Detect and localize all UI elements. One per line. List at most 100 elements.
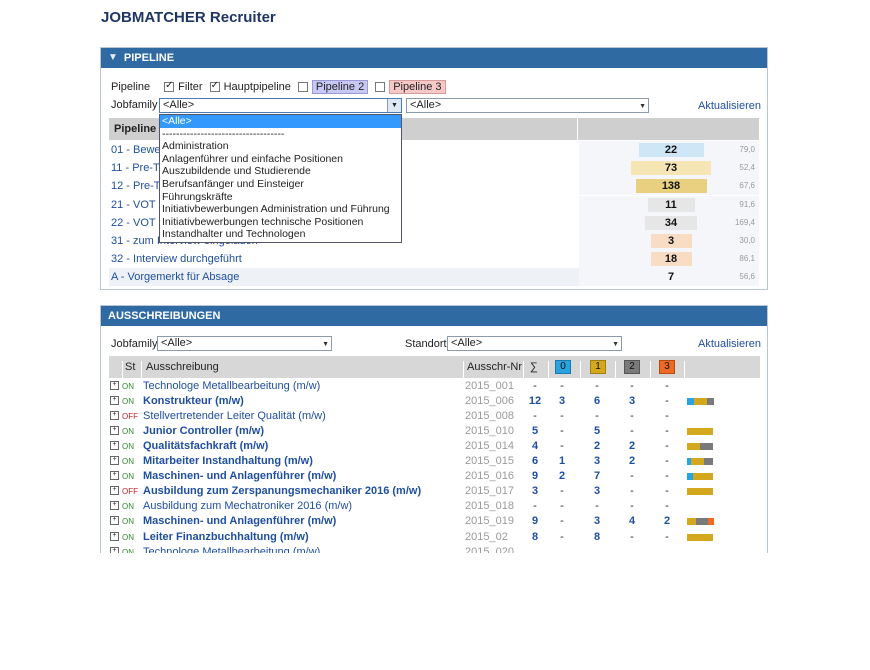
ad-count-c2[interactable]: 3	[619, 395, 645, 407]
status-badge[interactable]: ON	[122, 517, 134, 526]
status-badge[interactable]: ON	[122, 382, 134, 391]
filter-checkbox[interactable]	[164, 80, 175, 92]
ad-title-link[interactable]: Mitarbeiter Instandhaltung (m/w)	[143, 455, 313, 467]
ads-table-row[interactable]: + ON Technologe Metallbearbeitung (m/w) 201…	[109, 379, 760, 394]
collapse-icon[interactable]: ▼	[108, 48, 118, 68]
ad-title-link[interactable]: Technologe Metallbearbeitung (m/w)	[143, 546, 320, 553]
ad-count-c2[interactable]: 2	[619, 440, 645, 452]
ads-table-row[interactable]: + ON Maschinen- und Anlagenführer (m/w) 201…	[109, 514, 760, 529]
ad-count-c1[interactable]: 7	[584, 470, 610, 482]
ad-count-sum[interactable]: 8	[522, 531, 548, 543]
dropdown-option[interactable]: Anlagenführer und einfache Positionen	[160, 153, 401, 166]
expand-icon[interactable]: +	[110, 381, 119, 390]
ad-title-link[interactable]: Leiter Finanzbuchhaltung (m/w)	[143, 531, 309, 543]
expand-icon[interactable]: +	[110, 546, 119, 553]
ad-count-sum[interactable]: 5	[522, 425, 548, 437]
chevron-down-icon[interactable]: ▼	[322, 338, 329, 351]
dropdown-option[interactable]: <Alle>	[160, 115, 401, 128]
ad-count-sum[interactable]: 12	[522, 395, 548, 407]
status-badge[interactable]: ON	[122, 457, 134, 466]
col-sum[interactable]: ∑	[530, 361, 538, 373]
ad-count-c1[interactable]: 2	[584, 440, 610, 452]
pipeline-count-bar[interactable]: 7	[656, 270, 686, 285]
standort-select[interactable]: <Alle> ▼	[447, 336, 622, 351]
second-select[interactable]: <Alle> ▼	[406, 98, 649, 113]
expand-icon[interactable]: +	[110, 531, 119, 541]
pipeline-row-name[interactable]: 32 - Interview durchgeführt	[111, 253, 242, 265]
ad-count-c1[interactable]: 6	[584, 395, 610, 407]
col-stage-2[interactable]: 2	[624, 360, 640, 374]
ad-title-link[interactable]: Stellvertretender Leiter Qualität (m/w)	[143, 410, 326, 422]
expand-icon[interactable]: +	[110, 501, 119, 511]
ad-count-sum[interactable]: 4	[522, 440, 548, 452]
status-badge[interactable]: ON	[122, 397, 134, 406]
status-badge[interactable]: ON	[122, 548, 134, 553]
ads-table-row[interactable]: + ON Konstrukteur (m/w) 2015_006 12 3 6 3-	[109, 394, 760, 409]
ad-count-c0[interactable]: 1	[549, 455, 575, 467]
ads-table-row[interactable]: + ON Junior Controller (m/w) 2015_010 5-5- -	[109, 424, 760, 439]
pipeline-refresh-link[interactable]: Aktualisieren	[698, 100, 761, 112]
expand-icon[interactable]: +	[110, 396, 119, 406]
ads-refresh-link[interactable]: Aktualisieren	[698, 338, 761, 350]
ads-table-row[interactable]: + ON Maschinen- und Anlagenführer (m/w) 201…	[109, 469, 760, 484]
ads-table-row[interactable]: + OFF Ausbildung zum Zerspanungsmechaniker…	[109, 484, 760, 499]
pipeline-row-name[interactable]: 01 - Bewe	[111, 144, 161, 156]
pipeline-row-name[interactable]: 12 - Pre-Te	[111, 180, 165, 192]
chevron-down-icon[interactable]: ▼	[612, 338, 619, 351]
col-ausschreibung[interactable]: Ausschreibung	[146, 361, 219, 373]
col-stage-0[interactable]: 0	[555, 360, 571, 374]
dropdown-option[interactable]: Auszubildende und Studierende	[160, 165, 401, 178]
pipeline-panel-header[interactable]: ▼ PIPELINE	[101, 48, 767, 68]
expand-icon[interactable]: +	[110, 426, 119, 436]
ad-count-c1[interactable]: 3	[584, 455, 610, 467]
ad-count-c2[interactable]: 4	[619, 515, 645, 527]
pipeline-row-name[interactable]: 11 - Pre-Te	[111, 162, 165, 174]
pipeline-row[interactable]: 32 - Interview durchgeführt 18 86,1	[109, 250, 759, 269]
ad-count-sum[interactable]: 3	[522, 485, 548, 497]
col-stage-3[interactable]: 3	[659, 360, 675, 374]
ad-count-c1[interactable]: 5	[584, 425, 610, 437]
pipeline-2-checkbox[interactable]	[297, 82, 308, 92]
pipeline-count-bar[interactable]: 11	[647, 197, 695, 212]
ads-table-row[interactable]: + OFF Stellvertretender Leiter Qualität (m…	[109, 409, 760, 424]
status-badge[interactable]: OFF	[122, 412, 138, 421]
pipeline-row[interactable]: A - Vorgemerkt für Absage 7 56,6	[109, 268, 759, 287]
chevron-down-icon[interactable]: ▼	[639, 100, 646, 113]
ad-title-link[interactable]: Konstrukteur (m/w)	[143, 395, 244, 407]
status-badge[interactable]: ON	[122, 427, 134, 436]
col-status[interactable]: St	[125, 361, 135, 373]
ad-count-sum[interactable]: 9	[522, 470, 548, 482]
status-badge[interactable]: ON	[122, 442, 134, 451]
hauptpipeline-checkbox[interactable]	[209, 80, 220, 92]
chevron-down-icon[interactable]: ▼	[387, 99, 401, 112]
ad-title-link[interactable]: Ausbildung zum Mechatroniker 2016 (m/w)	[143, 500, 352, 512]
dropdown-option[interactable]: Führungskräfte	[160, 191, 401, 204]
pipeline-row-name[interactable]: 22 - VOT d	[111, 217, 165, 229]
ad-count-c0[interactable]: 3	[549, 395, 575, 407]
pipeline-count-bar[interactable]: 22	[638, 143, 704, 157]
pipeline-count-bar[interactable]: 18	[650, 252, 692, 267]
pipeline-count-bar[interactable]: 3	[650, 234, 692, 248]
status-badge[interactable]: ON	[122, 502, 134, 511]
ad-count-sum[interactable]: 6	[522, 455, 548, 467]
status-badge[interactable]: OFF	[122, 487, 138, 496]
col-ausschr-nr[interactable]: Ausschr-Nr	[467, 361, 522, 373]
ads-table-row[interactable]: + ON Mitarbeiter Instandhaltung (m/w) 2015_…	[109, 454, 760, 469]
dropdown-option[interactable]: Instandhalter und Technologen	[160, 228, 401, 241]
ads-table-row[interactable]: + ON Ausbildung zum Mechatroniker 2016 (m/…	[109, 499, 760, 514]
dropdown-option[interactable]: Administration	[160, 140, 401, 153]
ad-title-link[interactable]: Ausbildung zum Zerspanungsmechaniker 201…	[143, 485, 421, 497]
ad-count-c3[interactable]: 2	[654, 515, 680, 527]
pipeline-3-checkbox[interactable]	[375, 82, 386, 92]
dropdown-option[interactable]: Initiativbewerbungen technische Position…	[160, 216, 401, 229]
dropdown-option[interactable]: Initiativbewerbungen Administration und …	[160, 203, 401, 216]
col-stage-1[interactable]: 1	[590, 360, 606, 374]
pipeline-count-bar[interactable]: 34	[645, 215, 697, 230]
status-badge[interactable]: ON	[122, 472, 134, 481]
status-badge[interactable]: ON	[122, 533, 134, 542]
ad-count-c0[interactable]: 2	[549, 470, 575, 482]
ad-count-c1[interactable]: 3	[584, 485, 610, 497]
ad-count-c1[interactable]: 3	[584, 515, 610, 527]
ads-table-row[interactable]: + ON Qualitätsfachkraft (m/w) 2015_014 4-2 2-	[109, 439, 760, 454]
ads-panel-header[interactable]: AUSSCHREIBUNGEN	[101, 306, 767, 326]
